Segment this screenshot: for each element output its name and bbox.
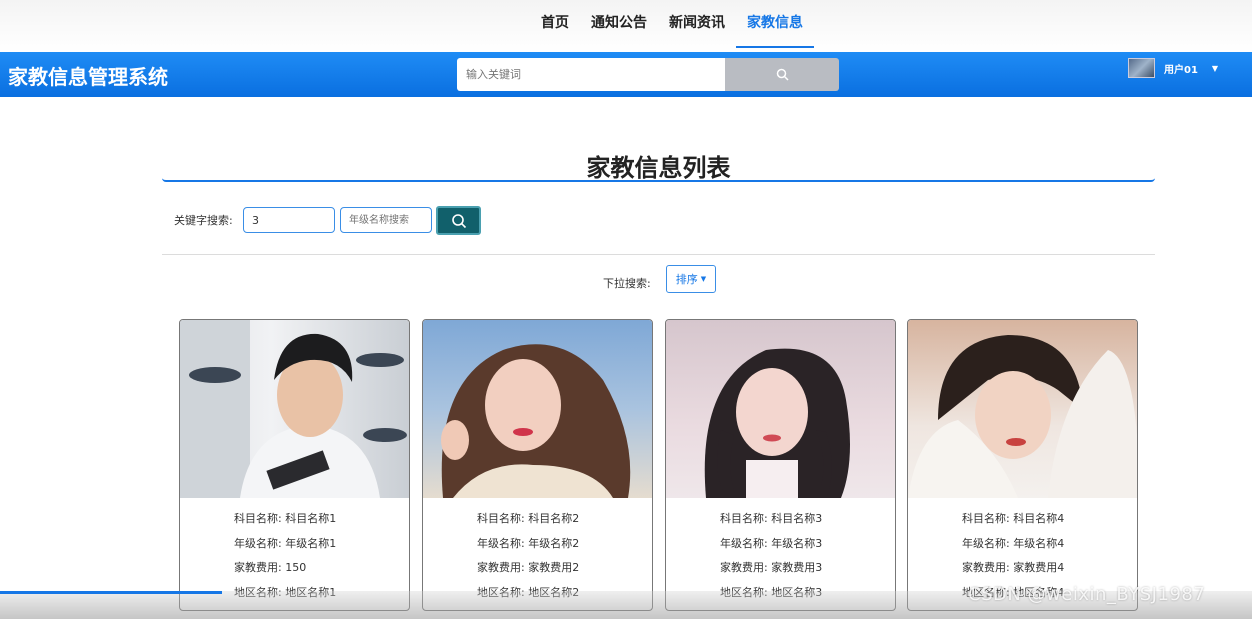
tutor-photo-illustration [180,320,407,498]
tutor-photo-illustration [704,348,850,498]
nav-links: 首页 通知公告 新闻资讯 家教信息 [530,0,814,52]
header-search-input[interactable] [457,58,725,91]
tutor-photo[interactable] [180,320,409,498]
dropdown-search-label: 下拉搜索: [603,277,651,290]
tutor-photo[interactable] [666,320,895,498]
tutor-card[interactable]: 科目名称: 科目名称3 年级名称: 年级名称3 家教费用: 家教费用3 地区名称… [665,319,896,611]
tutor-photo-illustration [441,344,631,498]
filter-divider [162,254,1155,255]
caret-down-icon: ▼ [1211,63,1219,73]
tutor-card[interactable]: 科目名称: 科目名称4 年级名称: 年级名称4 家教费用: 家教费用4 地区名称… [907,319,1138,611]
user-name: 用户01 [1164,64,1198,76]
fee-line: 家教费用: 家教费用2 [477,561,580,574]
tutor-photo-illustration [908,335,1137,498]
site-header: 家教信息管理系统 用户01 ▼ [0,52,1252,97]
tutor-card[interactable]: 科目名称: 科目名称2 年级名称: 年级名称2 家教费用: 家教费用2 地区名称… [422,319,653,611]
sort-dropdown-button[interactable]: 排序 ▼ [666,265,716,293]
video-progress-bar[interactable] [0,591,222,594]
subject-line: 科目名称: 科目名称3 [720,512,823,525]
subject-line: 科目名称: 科目名称4 [962,512,1065,525]
site-title: 家教信息管理系统 [8,65,168,89]
subject-line: 科目名称: 科目名称2 [477,512,580,525]
grade-line: 年级名称: 年级名称3 [720,536,823,550]
title-underline [162,178,1155,182]
tutor-photo[interactable] [423,320,652,498]
top-nav: 首页 通知公告 新闻资讯 家教信息 [0,0,1252,52]
fee-line: 家教费用: 家教费用4 [962,561,1065,574]
fee-line: 家教费用: 150 [234,561,307,574]
watermark: CSDN @weixin_BYSJ1987 [968,584,1206,605]
user-menu[interactable]: 用户01 ▼ [1128,58,1218,78]
subject-line: 科目名称: 科目名称1 [234,512,337,525]
nav-item-notices[interactable]: 通知公告 [580,0,658,48]
search-icon [776,68,789,81]
grade-line: 年级名称: 年级名称2 [477,536,580,550]
nav-item-tutoring-info[interactable]: 家教信息 [736,0,814,48]
nav-item-home[interactable]: 首页 [530,0,580,48]
keyword-search-label: 关键字搜索: [174,214,233,227]
tutor-card[interactable]: 科目名称: 科目名称1 年级名称: 年级名称1 家教费用: 150 地区名称: … [179,319,410,611]
grade-line: 年级名称: 年级名称4 [962,536,1065,550]
sort-label: 排序 [675,273,698,286]
search-icon [451,213,466,228]
grade-line: 年级名称: 年级名称1 [234,536,337,550]
nav-item-news[interactable]: 新闻资讯 [658,0,736,48]
header-search-button[interactable] [725,58,839,91]
filter-search-button[interactable] [436,206,481,235]
fee-line: 家教费用: 家教费用3 [720,561,823,574]
keyword-input[interactable] [243,207,335,233]
avatar [1128,58,1155,78]
caret-down-icon: ▼ [700,275,707,283]
tutor-photo[interactable] [908,320,1137,498]
grade-search-input[interactable] [340,207,432,233]
